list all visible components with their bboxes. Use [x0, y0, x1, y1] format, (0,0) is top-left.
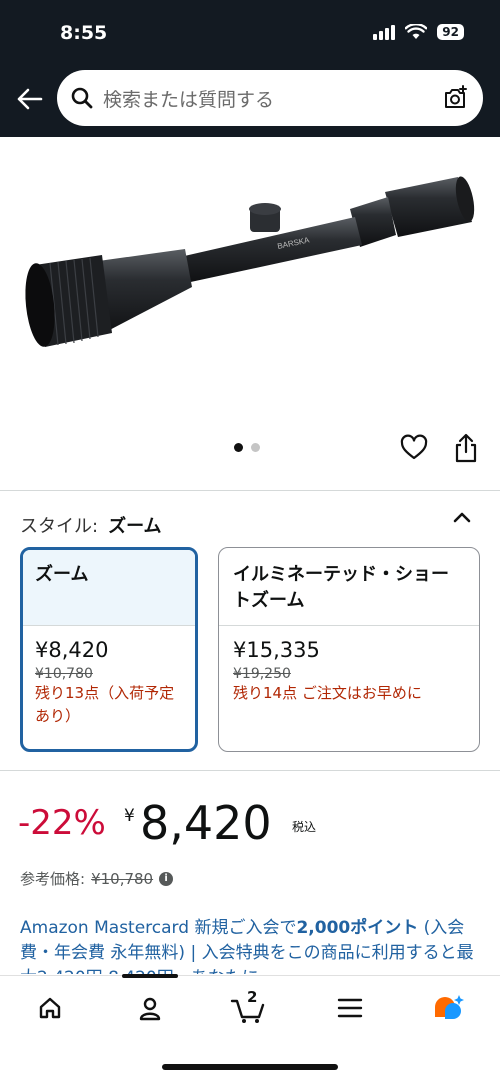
active-tab-indicator	[122, 974, 178, 978]
search-input[interactable]: 検索または質問する	[103, 85, 441, 112]
mastercard-promo-link[interactable]: Amazon Mastercard 新規ご入会で2,000ポイント (入会費・年…	[20, 916, 482, 974]
style-label: スタイル:	[20, 516, 99, 537]
divider	[0, 770, 500, 771]
home-indicator	[162, 1064, 338, 1070]
divider	[0, 490, 500, 491]
reference-price: ¥10,780	[91, 869, 154, 888]
promo-points: 2,000ポイント	[296, 918, 419, 938]
status-icons: 92	[373, 24, 464, 40]
style-option-zoom[interactable]: ズーム ¥8,420 ¥10,780 残り13点（入荷予定あり）	[20, 547, 198, 752]
search-bar[interactable]: 検索または質問する	[57, 70, 483, 126]
arrow-left-icon	[17, 88, 43, 110]
nav-cart[interactable]: 2	[228, 988, 268, 1026]
style-option-list-price: ¥19,250	[233, 666, 291, 682]
nav-home[interactable]	[30, 990, 70, 1026]
search-icon	[71, 87, 93, 109]
cart-count: 2	[247, 988, 258, 1006]
carousel-dots	[234, 443, 260, 452]
carousel-dot-1[interactable]	[234, 443, 243, 452]
reference-price-row: 参考価格: ¥10,780 i	[20, 868, 174, 889]
signal-icon	[373, 24, 396, 40]
person-icon	[139, 997, 161, 1021]
wifi-icon	[405, 24, 428, 39]
bottom-navigation: 2	[0, 974, 500, 1080]
style-option-stock: 残り13点（入荷予定あり）	[35, 684, 175, 725]
product-image[interactable]: BARSKA	[0, 137, 500, 477]
promo-text: Amazon Mastercard 新規ご入会で	[20, 918, 297, 938]
menu-icon	[337, 998, 363, 1018]
info-icon[interactable]: i	[159, 871, 174, 886]
back-button[interactable]	[12, 82, 46, 116]
price-amount: 8,420	[140, 796, 272, 850]
camera-search-icon[interactable]	[441, 84, 469, 112]
battery-indicator: 92	[437, 24, 464, 40]
style-option-name: イルミネーテッド・ショートズーム	[219, 548, 479, 626]
discount-percent: -22%	[18, 803, 106, 843]
price-currency: ¥	[124, 806, 135, 826]
nav-rufus-assistant[interactable]	[428, 990, 468, 1026]
style-selector-header: スタイル: ズーム	[20, 512, 162, 538]
style-option-stock: 残り14点 ご注文はお早めに	[233, 684, 422, 702]
tax-label: 税込	[292, 820, 317, 834]
status-time: 8:55	[60, 22, 108, 44]
home-icon	[39, 997, 61, 1019]
style-option-price: ¥8,420	[35, 638, 109, 662]
nav-menu[interactable]	[330, 990, 370, 1026]
chevron-up-icon[interactable]	[452, 510, 472, 524]
nav-account[interactable]	[130, 990, 170, 1026]
style-option-illuminated-short-zoom[interactable]: イルミネーテッド・ショートズーム ¥15,335 ¥19,250 残り14点 ご…	[218, 547, 480, 752]
style-value: ズーム	[108, 516, 162, 537]
share-icon[interactable]	[453, 433, 479, 463]
style-option-list-price: ¥10,780	[35, 666, 93, 682]
style-option-price: ¥15,335	[233, 638, 320, 662]
style-option-name: ズーム	[23, 550, 195, 626]
header: 8:55 92 検索または質問する	[0, 0, 500, 137]
assistant-icon	[435, 995, 464, 1019]
reference-price-label: 参考価格:	[20, 870, 86, 888]
carousel-dot-2[interactable]	[251, 443, 260, 452]
heart-icon[interactable]	[400, 434, 428, 462]
